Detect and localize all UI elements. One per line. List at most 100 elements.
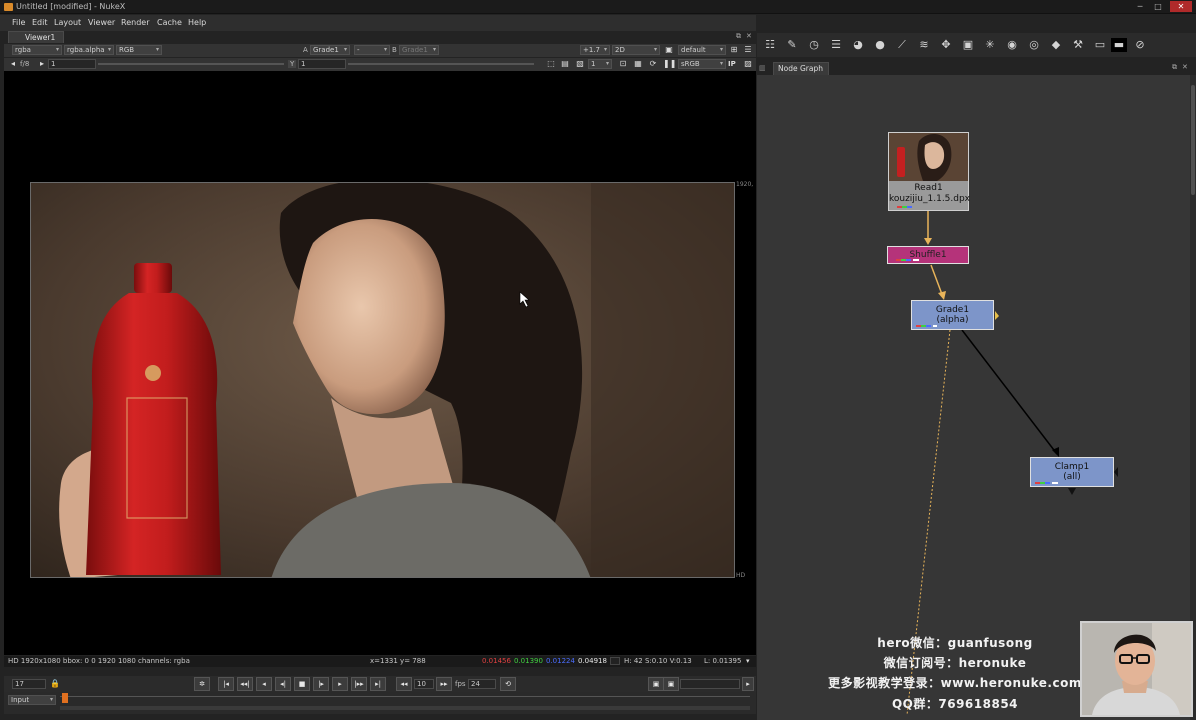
fstop-next-icon[interactable]: ▸ bbox=[37, 59, 47, 69]
time-icon[interactable]: ◷ bbox=[807, 38, 821, 52]
channel-icon[interactable]: ☰ bbox=[829, 38, 843, 52]
float-node-graph-icon[interactable]: ⧉ bbox=[1172, 63, 1177, 72]
status-menu-icon[interactable]: ▾ bbox=[746, 657, 750, 665]
close-pane-icon[interactable]: ✕ bbox=[746, 32, 752, 40]
range-field[interactable] bbox=[680, 679, 740, 689]
gain-field[interactable]: 1 bbox=[48, 59, 96, 69]
gamma-field[interactable]: 1 bbox=[298, 59, 346, 69]
skip-back-button[interactable]: ◂◂ bbox=[396, 677, 412, 691]
timeline-bar[interactable]: Input bbox=[4, 692, 756, 714]
menu-render[interactable]: Render bbox=[121, 18, 149, 27]
camera-icon[interactable]: ▣ bbox=[664, 45, 674, 55]
pixel-green-value: 0.01390 bbox=[514, 657, 543, 665]
input-mode-dropdown[interactable]: Input bbox=[8, 695, 56, 705]
input-b-dropdown[interactable]: Grade1 bbox=[399, 45, 439, 55]
close-button[interactable]: ✕ bbox=[1170, 1, 1192, 12]
metadata-icon[interactable]: ◆ bbox=[1049, 38, 1063, 52]
scrollbar-thumb[interactable] bbox=[1191, 85, 1195, 195]
toolsets-icon[interactable]: ⚒ bbox=[1071, 38, 1085, 52]
clip-warning-icon[interactable]: ▤ bbox=[560, 59, 570, 69]
furnacecore-icon[interactable]: ⊘ bbox=[1133, 38, 1147, 52]
gain-slider[interactable] bbox=[98, 63, 284, 65]
increment-field[interactable]: 10 bbox=[414, 679, 434, 689]
particles-icon[interactable]: ✳ bbox=[983, 38, 997, 52]
other-icon[interactable]: ▭ bbox=[1093, 38, 1107, 52]
menu-cache[interactable]: Cache bbox=[157, 18, 182, 27]
next-frame-button[interactable]: ▸ bbox=[332, 677, 348, 691]
maximize-button[interactable]: □ bbox=[1150, 1, 1166, 12]
playhead-marker[interactable] bbox=[62, 693, 68, 703]
play-forward-button[interactable]: |▸ bbox=[313, 677, 329, 691]
fps-field[interactable]: 24 bbox=[468, 679, 496, 689]
wipe-icon[interactable]: ▨ bbox=[743, 59, 753, 69]
lut-preset-dropdown[interactable]: default bbox=[678, 45, 726, 55]
tab-node-graph[interactable]: Node Graph bbox=[773, 62, 829, 75]
input-process-toggle[interactable]: IP bbox=[728, 60, 736, 68]
gain-dropdown[interactable]: +1.7 bbox=[580, 45, 610, 55]
gamma-slider[interactable] bbox=[348, 63, 534, 65]
node-read1[interactable]: Read1 kouzijiu_1.1.5.dpx bbox=[888, 132, 970, 211]
prev-frame-button[interactable]: ◂ bbox=[256, 677, 272, 691]
deep-icon[interactable]: ◉ bbox=[1005, 38, 1019, 52]
current-frame-field[interactable]: 17 bbox=[12, 679, 46, 689]
menu-lines-icon[interactable]: ☰ bbox=[743, 45, 753, 55]
play-backward-button[interactable]: ◂| bbox=[275, 677, 291, 691]
pause-update-icon[interactable]: ⊡ bbox=[618, 59, 628, 69]
refresh-icon[interactable]: ⟳ bbox=[648, 59, 658, 69]
menu-edit[interactable]: Edit bbox=[32, 18, 48, 27]
node-grade1[interactable]: Grade1 (alpha) bbox=[911, 300, 994, 330]
stop-button[interactable]: ■ bbox=[294, 677, 310, 691]
roi-icon[interactable]: ⬚ bbox=[546, 59, 556, 69]
compare-mode-dropdown[interactable]: - bbox=[354, 45, 390, 55]
node-clamp1[interactable]: Clamp1 (all) bbox=[1030, 457, 1114, 487]
proxy-icon[interactable]: ▧ bbox=[575, 59, 585, 69]
display-channels-dropdown[interactable]: RGB bbox=[116, 45, 162, 55]
range-menu-button[interactable]: ▸ bbox=[742, 677, 754, 691]
channels-dropdown[interactable]: rgba bbox=[12, 45, 62, 55]
float-pane-icon[interactable]: ⧉ bbox=[736, 32, 741, 41]
prev-keyframe-button[interactable]: ◂◂| bbox=[237, 677, 253, 691]
view-mode-dropdown[interactable]: 2D bbox=[612, 45, 660, 55]
close-node-graph-icon[interactable]: ✕ bbox=[1182, 63, 1188, 71]
filter-icon[interactable]: ● bbox=[873, 38, 887, 52]
grid-settings-icon[interactable]: ⊞ bbox=[729, 45, 739, 55]
settings-gear-icon[interactable]: ✲ bbox=[194, 677, 210, 691]
alpha-channel-dropdown[interactable]: rgba.alpha bbox=[64, 45, 114, 55]
menu-viewer[interactable]: Viewer bbox=[88, 18, 115, 27]
skip-forward-button[interactable]: ▸▸ bbox=[436, 677, 452, 691]
properties-icon[interactable]: ☷ bbox=[763, 38, 777, 52]
furnace-icon[interactable]: ▬ bbox=[1111, 38, 1127, 52]
last-frame-button[interactable]: ▸| bbox=[370, 677, 386, 691]
menu-layout[interactable]: Layout bbox=[54, 18, 81, 27]
input-a-dropdown[interactable]: Grade1 bbox=[310, 45, 350, 55]
views-icon[interactable]: ◎ bbox=[1027, 38, 1041, 52]
next-keyframe-button[interactable]: |▸▸ bbox=[351, 677, 367, 691]
tab-viewer1[interactable]: Viewer1 bbox=[8, 31, 64, 43]
watermark-website: 更多影视教学登录：www.heronuke.com bbox=[828, 676, 1082, 690]
timeline-scroll[interactable] bbox=[60, 706, 750, 710]
3d-icon[interactable]: ▣ bbox=[961, 38, 975, 52]
menu-help[interactable]: Help bbox=[188, 18, 206, 27]
in-point-button[interactable]: ▣ bbox=[648, 677, 664, 691]
pause-icon[interactable]: ❚❚ bbox=[663, 59, 676, 69]
colorspace-dropdown[interactable]: sRGB bbox=[678, 59, 726, 69]
viewer-status-bar: HD 1920x1080 bbox: 0 0 1920 1080 channel… bbox=[4, 656, 756, 667]
transform-icon[interactable]: ✥ bbox=[939, 38, 953, 52]
pane-grip-icon[interactable]: ▥ bbox=[759, 64, 766, 72]
overlay-icon[interactable]: ▦ bbox=[633, 59, 643, 69]
draw-icon[interactable]: ✎ bbox=[785, 38, 799, 52]
loop-mode-button[interactable]: ⟲ bbox=[500, 677, 516, 691]
timeline-track[interactable] bbox=[60, 696, 750, 697]
menu-file[interactable]: File bbox=[12, 18, 25, 27]
node-shuffle1[interactable]: Shuffle1 bbox=[887, 246, 969, 264]
minimize-button[interactable]: ─ bbox=[1132, 1, 1148, 12]
first-frame-button[interactable]: |◂ bbox=[218, 677, 234, 691]
fstop-prev-icon[interactable]: ◂ bbox=[8, 59, 18, 69]
lock-icon[interactable]: 🔒 bbox=[50, 679, 60, 689]
color-icon[interactable]: ◕ bbox=[851, 38, 865, 52]
keyer-icon[interactable]: ⟋ bbox=[895, 38, 909, 52]
window-title: Untitled [modified] - NukeX bbox=[16, 2, 126, 11]
proxy-ratio-dropdown[interactable]: 1 bbox=[588, 59, 612, 69]
merge-icon[interactable]: ≋ bbox=[917, 38, 931, 52]
out-point-button[interactable]: ▣ bbox=[663, 677, 679, 691]
